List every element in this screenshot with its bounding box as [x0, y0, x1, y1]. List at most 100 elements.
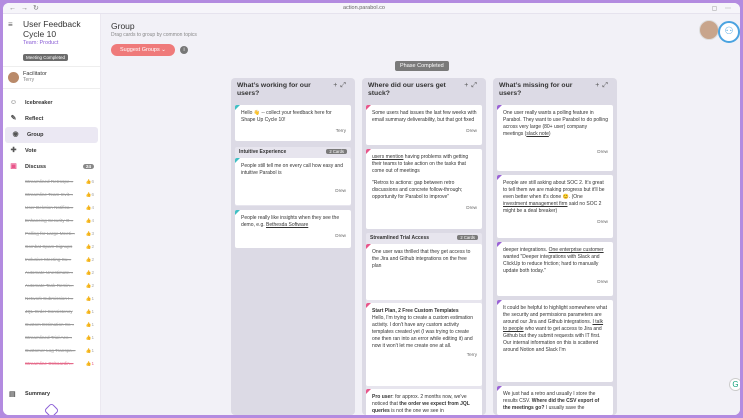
card-color-tag: [497, 105, 502, 110]
page-subtitle: Drag cards to group by common topics: [111, 32, 197, 38]
vote-icon: ✚: [10, 147, 17, 154]
link[interactable]: users mention: [372, 154, 403, 160]
browser-bar: ←→↻ action.parabol.co ▢ ⋯: [3, 3, 740, 14]
reflection-card[interactable]: One user really wants a polling feature …: [497, 105, 613, 171]
link[interactable]: Bethesda Software: [266, 222, 308, 228]
column-whats-missing: What’s missing for our users? +⤢ One use…: [493, 78, 617, 415]
app-window: ←→↻ action.parabol.co ▢ ⋯ ≡ User Feedbac…: [3, 3, 740, 415]
grammarly-icon[interactable]: G: [729, 378, 740, 391]
card-color-tag: [235, 210, 240, 215]
link[interactable]: investment management firm: [503, 201, 567, 207]
card-color-tag: [366, 389, 371, 394]
reflection-group[interactable]: Streamlined Trial Access 2 Cards One user…: [366, 233, 482, 415]
user-avatar[interactable]: [699, 20, 719, 40]
discussion-topic-item[interactable]: Streamline Team Invit... 👍6: [3, 188, 100, 201]
main-content: Group Drag cards to group by common topi…: [101, 14, 740, 415]
card-color-tag: [497, 242, 502, 247]
reflection-card[interactable]: deeper integrations. One enterprise cust…: [497, 242, 613, 296]
discussion-topic-item[interactable]: Automate Task Remin... 👍2: [3, 279, 100, 292]
discussion-topic-list: Streamlined Retrospe... 👍6 Streamline Team…: [3, 175, 100, 370]
card-color-tag: [235, 158, 240, 163]
reflection-card[interactable]: Pro user: for approx. 2 months now, we'v…: [366, 389, 482, 415]
team-link[interactable]: Team: Product: [23, 40, 95, 46]
discussion-topic-item[interactable]: Inclusive Meeting Su... 👍2: [3, 253, 100, 266]
reflection-card[interactable]: People still tell me on every call how e…: [235, 158, 351, 205]
link[interactable]: One enterprise customer: [549, 247, 604, 253]
vote-count: 👍2: [85, 257, 94, 262]
discussion-topic-item[interactable]: Enhancing Security O... 👍4: [3, 214, 100, 227]
discussion-topic-item[interactable]: Streamlined Retrospe... 👍6: [3, 175, 100, 188]
card-color-tag: [366, 105, 371, 110]
facilitator-name: Terry: [23, 77, 35, 83]
vote-count: 👍1: [85, 322, 94, 327]
vote-count: 👍4: [85, 205, 94, 210]
column-actions[interactable]: +⤢: [595, 82, 611, 90]
expand-icon[interactable]: ⤢: [602, 82, 611, 89]
icebreaker-icon: ☺: [9, 99, 18, 106]
discussion-topic-item[interactable]: Streamlined Trial Acc... 👍1: [3, 331, 100, 344]
discussion-topic-item[interactable]: Streamline Onboardin... 👍1: [3, 357, 100, 370]
summary-icon: ▤: [9, 391, 16, 398]
group-title[interactable]: Streamlined Trial Access 2 Cards: [366, 233, 482, 243]
card-count-badge: 2 Cards: [457, 235, 478, 240]
discussion-topic-item[interactable]: Customer Log Transpa... 👍1: [3, 344, 100, 357]
vote-count: 👍1: [85, 361, 94, 366]
vote-count: 👍6: [85, 179, 94, 184]
column-whats-working: What’s working for our users? +⤢ Hello 👋…: [231, 78, 355, 415]
facilitator-avatar: [8, 72, 19, 83]
discuss-icon: ▣: [10, 163, 17, 170]
discussion-topic-item[interactable]: User Deletion Notifica... 👍4: [3, 201, 100, 214]
discussion-topic-item[interactable]: Network Submission I... 👍1: [3, 292, 100, 305]
parabol-logo: [43, 402, 60, 415]
url-bar[interactable]: action.parabol.co: [343, 5, 385, 11]
phase-group[interactable]: ◉ Group: [5, 127, 98, 143]
discussion-topic-item[interactable]: Polling for Large Meeti... 👍3: [3, 227, 100, 240]
reflection-card[interactable]: One user was thrilled that they get acce…: [366, 244, 482, 300]
discussion-topic-item[interactable]: Automate Unestimate... 👍2: [3, 266, 100, 279]
vote-count: 👍6: [85, 192, 94, 197]
card-color-tag: [497, 386, 502, 391]
expand-icon[interactable]: ⤢: [471, 82, 480, 89]
vote-count: 👍1: [85, 348, 94, 353]
expand-icon[interactable]: ⤢: [340, 82, 349, 89]
phase-vote[interactable]: ✚ Vote: [3, 143, 100, 159]
meeting-title: User Feedback Cycle 10: [23, 19, 81, 39]
chevron-down-icon: ⌄: [161, 47, 166, 53]
discussion-topic-item[interactable]: Custom Estimation Sc... 👍1: [3, 318, 100, 331]
phase-discuss[interactable]: ▣ Discuss 24: [3, 159, 100, 175]
reflection-card[interactable]: users mention having problems with getti…: [366, 149, 482, 229]
vote-count: 👍2: [85, 270, 94, 275]
add-user-icon[interactable]: ⚇: [718, 21, 740, 43]
browser-nav-icons[interactable]: ←→↻: [9, 4, 44, 12]
facilitator[interactable]: Facilitator Terry: [3, 67, 100, 89]
info-icon[interactable]: i: [180, 46, 188, 54]
column-actions[interactable]: +⤢: [333, 82, 349, 90]
card-color-tag: [497, 300, 502, 305]
phase-reflect[interactable]: ✎ Reflect: [3, 111, 100, 127]
reflection-card[interactable]: People really like insights when they se…: [235, 210, 351, 248]
group-title[interactable]: Intuitive Experience 2 Cards: [235, 147, 351, 157]
hamburger-icon[interactable]: ≡: [8, 20, 13, 29]
column-actions[interactable]: +⤢: [464, 82, 480, 90]
link[interactable]: slack note: [526, 131, 549, 137]
meeting-status-badge: Meeting Completed: [23, 54, 69, 61]
reflection-card[interactable]: People are still asking about SOC 2. It'…: [497, 175, 613, 238]
vote-count: 👍3: [85, 231, 94, 236]
reflection-card[interactable]: Start Plan, 2 Free Custom Templates Hell…: [366, 303, 482, 386]
discuss-count-badge: 24: [82, 164, 94, 169]
phase-icebreaker[interactable]: ☺ Icebreaker: [3, 95, 100, 111]
card-count-badge: 2 Cards: [326, 149, 347, 154]
discussion-topic-item[interactable]: JQL Order Consistency 👍1: [3, 305, 100, 318]
reflection-card[interactable]: Some users had issues the last few weeks…: [366, 105, 482, 145]
column-title: What’s missing for our users? +⤢: [499, 82, 611, 97]
reflection-card[interactable]: It could be helpful to highlight somewhe…: [497, 300, 613, 382]
reflection-card[interactable]: Hello 👋 -- collect your feedback here fo…: [235, 105, 351, 141]
reflection-card[interactable]: We just had a retro and usually I store …: [497, 386, 613, 415]
column-where-stuck: Where did our users get stuck? +⤢ Some u…: [362, 78, 486, 415]
card-color-tag: [366, 149, 371, 154]
discussion-topic-item[interactable]: Combat Spam Signups 👍2: [3, 240, 100, 253]
reflection-group[interactable]: Intuitive Experience 2 Cards People still…: [235, 147, 351, 206]
phase-summary[interactable]: ▤ Summary: [3, 386, 100, 402]
suggest-groups-button[interactable]: Suggest Groups ⌄: [111, 44, 175, 56]
window-controls[interactable]: ▢ ⋯: [712, 5, 734, 12]
